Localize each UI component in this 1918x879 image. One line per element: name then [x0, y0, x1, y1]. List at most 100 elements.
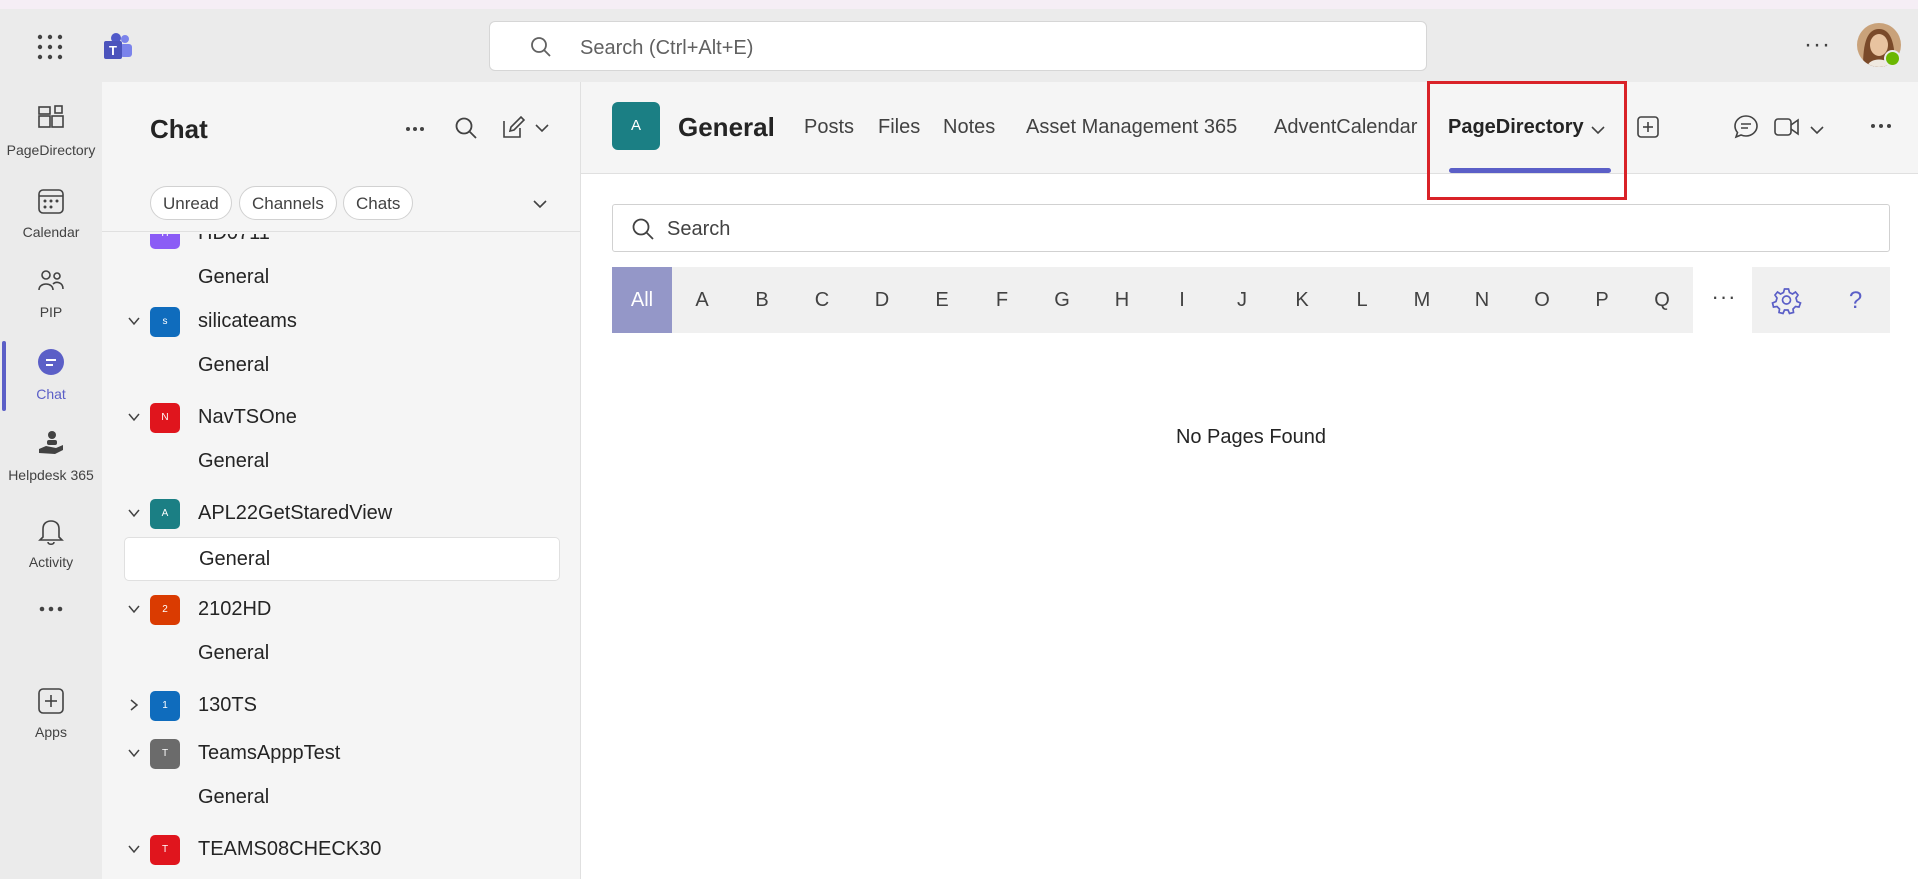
calendar-icon: [38, 189, 64, 214]
team-item[interactable]: H HD0711: [102, 234, 581, 256]
rail-item-calendar[interactable]: Calendar: [0, 174, 102, 256]
team-avatar: A: [612, 102, 660, 150]
tab-adventcalendar[interactable]: AdventCalendar: [1274, 116, 1417, 139]
channel-item-selected[interactable]: General: [124, 537, 560, 581]
pip-icon: [38, 270, 64, 291]
chevron-down-icon[interactable]: [127, 746, 141, 760]
letter-k[interactable]: K: [1272, 267, 1332, 333]
rail-item-label: Helpdesk 365: [8, 467, 94, 483]
team-avatar: H: [150, 234, 180, 249]
rail-item-label: Activity: [28, 554, 74, 570]
page-title: Chat: [150, 114, 208, 144]
chevron-down-icon[interactable]: [127, 410, 141, 424]
more-icon: [39, 606, 63, 612]
chevron-down-icon[interactable]: [127, 842, 141, 856]
chevron-down-icon[interactable]: [534, 120, 550, 136]
team-item[interactable]: T TeamsApppTest: [102, 732, 581, 776]
chevron-down-icon[interactable]: [1809, 122, 1825, 138]
more-letters-button[interactable]: ···: [1693, 267, 1755, 333]
channel-item[interactable]: General: [124, 440, 560, 484]
global-search-input[interactable]: Search (Ctrl+Alt+E): [489, 21, 1427, 71]
search-placeholder: Search (Ctrl+Alt+E): [580, 37, 754, 59]
rail-item-label: Chat: [36, 386, 66, 402]
channel-item[interactable]: General: [124, 776, 560, 820]
team-item[interactable]: N NavTSOne: [102, 396, 581, 440]
letter-j[interactable]: J: [1212, 267, 1272, 333]
channel-item[interactable]: General: [124, 632, 560, 676]
gear-icon[interactable]: [1752, 267, 1821, 333]
team-item[interactable]: 2 2102HD: [102, 588, 581, 632]
letter-i[interactable]: I: [1152, 267, 1212, 333]
letter-f[interactable]: F: [972, 267, 1032, 333]
team-avatar: T: [150, 739, 180, 769]
letter-e[interactable]: E: [912, 267, 972, 333]
team-item[interactable]: A APL22GetStaredView: [102, 492, 581, 536]
team-name: TEAMS08CHECK30: [198, 838, 382, 860]
video-call-icon[interactable]: [1773, 115, 1801, 139]
chevron-down-icon[interactable]: [127, 506, 141, 520]
team-item[interactable]: s silicateams: [102, 300, 581, 344]
filter-channels[interactable]: Channels: [239, 186, 337, 220]
team-avatar: N: [150, 403, 180, 433]
team-item[interactable]: 1 130TS: [102, 684, 581, 728]
teams-logo-icon: T: [104, 33, 132, 59]
rail-item-label: Calendar: [22, 224, 80, 240]
chevron-down-icon[interactable]: [127, 314, 141, 328]
rail-item-chat[interactable]: Chat: [0, 336, 102, 418]
rail-item-label: PIP: [39, 304, 63, 320]
rail-item-apps[interactable]: Apps: [0, 674, 102, 756]
letter-g[interactable]: G: [1032, 267, 1092, 333]
chat-icon: [38, 349, 64, 375]
letter-b[interactable]: B: [732, 267, 792, 333]
chevron-right-icon[interactable]: [127, 698, 141, 712]
active-tab-indicator: [1449, 168, 1611, 173]
letter-h[interactable]: H: [1092, 267, 1152, 333]
filter-chats[interactable]: Chats: [343, 186, 414, 220]
rail-item-activity[interactable]: Activity: [0, 504, 102, 586]
chevron-down-icon[interactable]: [532, 196, 548, 212]
letter-all[interactable]: All: [612, 267, 672, 333]
letter-d[interactable]: D: [852, 267, 912, 333]
team-name: HD0711: [198, 234, 270, 245]
letter-l[interactable]: L: [1332, 267, 1392, 333]
letter-a[interactable]: A: [672, 267, 732, 333]
filter-unread[interactable]: Unread: [150, 186, 232, 220]
settings-more-button[interactable]: ···: [1804, 31, 1831, 59]
presence-available-icon: [1884, 50, 1901, 67]
page-search-input[interactable]: Search: [612, 204, 1890, 252]
rail-item-label: PageDirectory: [6, 142, 96, 158]
channel-item[interactable]: General: [124, 256, 560, 300]
tab-files[interactable]: Files: [878, 116, 920, 139]
letter-o[interactable]: O: [1512, 267, 1572, 333]
help-icon[interactable]: ?: [1821, 267, 1890, 333]
new-chat-icon[interactable]: [500, 115, 526, 141]
tab-asset-management[interactable]: Asset Management 365: [1026, 116, 1237, 139]
letter-q[interactable]: Q: [1632, 267, 1692, 333]
app-launcher-icon[interactable]: [36, 33, 64, 61]
chevron-down-icon[interactable]: [1590, 122, 1606, 138]
letter-p[interactable]: P: [1572, 267, 1632, 333]
chevron-down-icon[interactable]: [127, 602, 141, 616]
team-avatar: A: [150, 499, 180, 529]
more-options-icon[interactable]: [404, 118, 426, 140]
letter-n[interactable]: N: [1452, 267, 1512, 333]
team-avatar: T: [150, 835, 180, 865]
search-icon[interactable]: [454, 116, 478, 140]
letter-c[interactable]: C: [792, 267, 852, 333]
rail-item-helpdesk[interactable]: Helpdesk 365: [0, 417, 102, 499]
tab-posts[interactable]: Posts: [804, 116, 854, 139]
rail-more-apps-button[interactable]: [0, 595, 102, 635]
team-avatar: s: [150, 307, 180, 337]
rail-item-pip[interactable]: PIP: [0, 254, 102, 336]
tab-pagedirectory[interactable]: PageDirectory: [1448, 116, 1584, 139]
conversation-icon[interactable]: [1733, 114, 1759, 140]
rail-item-pagedirectory[interactable]: PageDirectory: [0, 92, 102, 174]
team-item[interactable]: T TEAMS08CHECK30: [102, 828, 581, 872]
more-options-icon[interactable]: [1869, 118, 1893, 134]
tab-notes[interactable]: Notes: [943, 116, 995, 139]
alphabet-filter-bar: All A B C D E F G H I J K L M N O P Q: [612, 267, 1693, 333]
svg-text:T: T: [109, 43, 117, 58]
letter-m[interactable]: M: [1392, 267, 1452, 333]
channel-item[interactable]: General: [124, 344, 560, 388]
add-tab-icon[interactable]: [1636, 115, 1660, 139]
